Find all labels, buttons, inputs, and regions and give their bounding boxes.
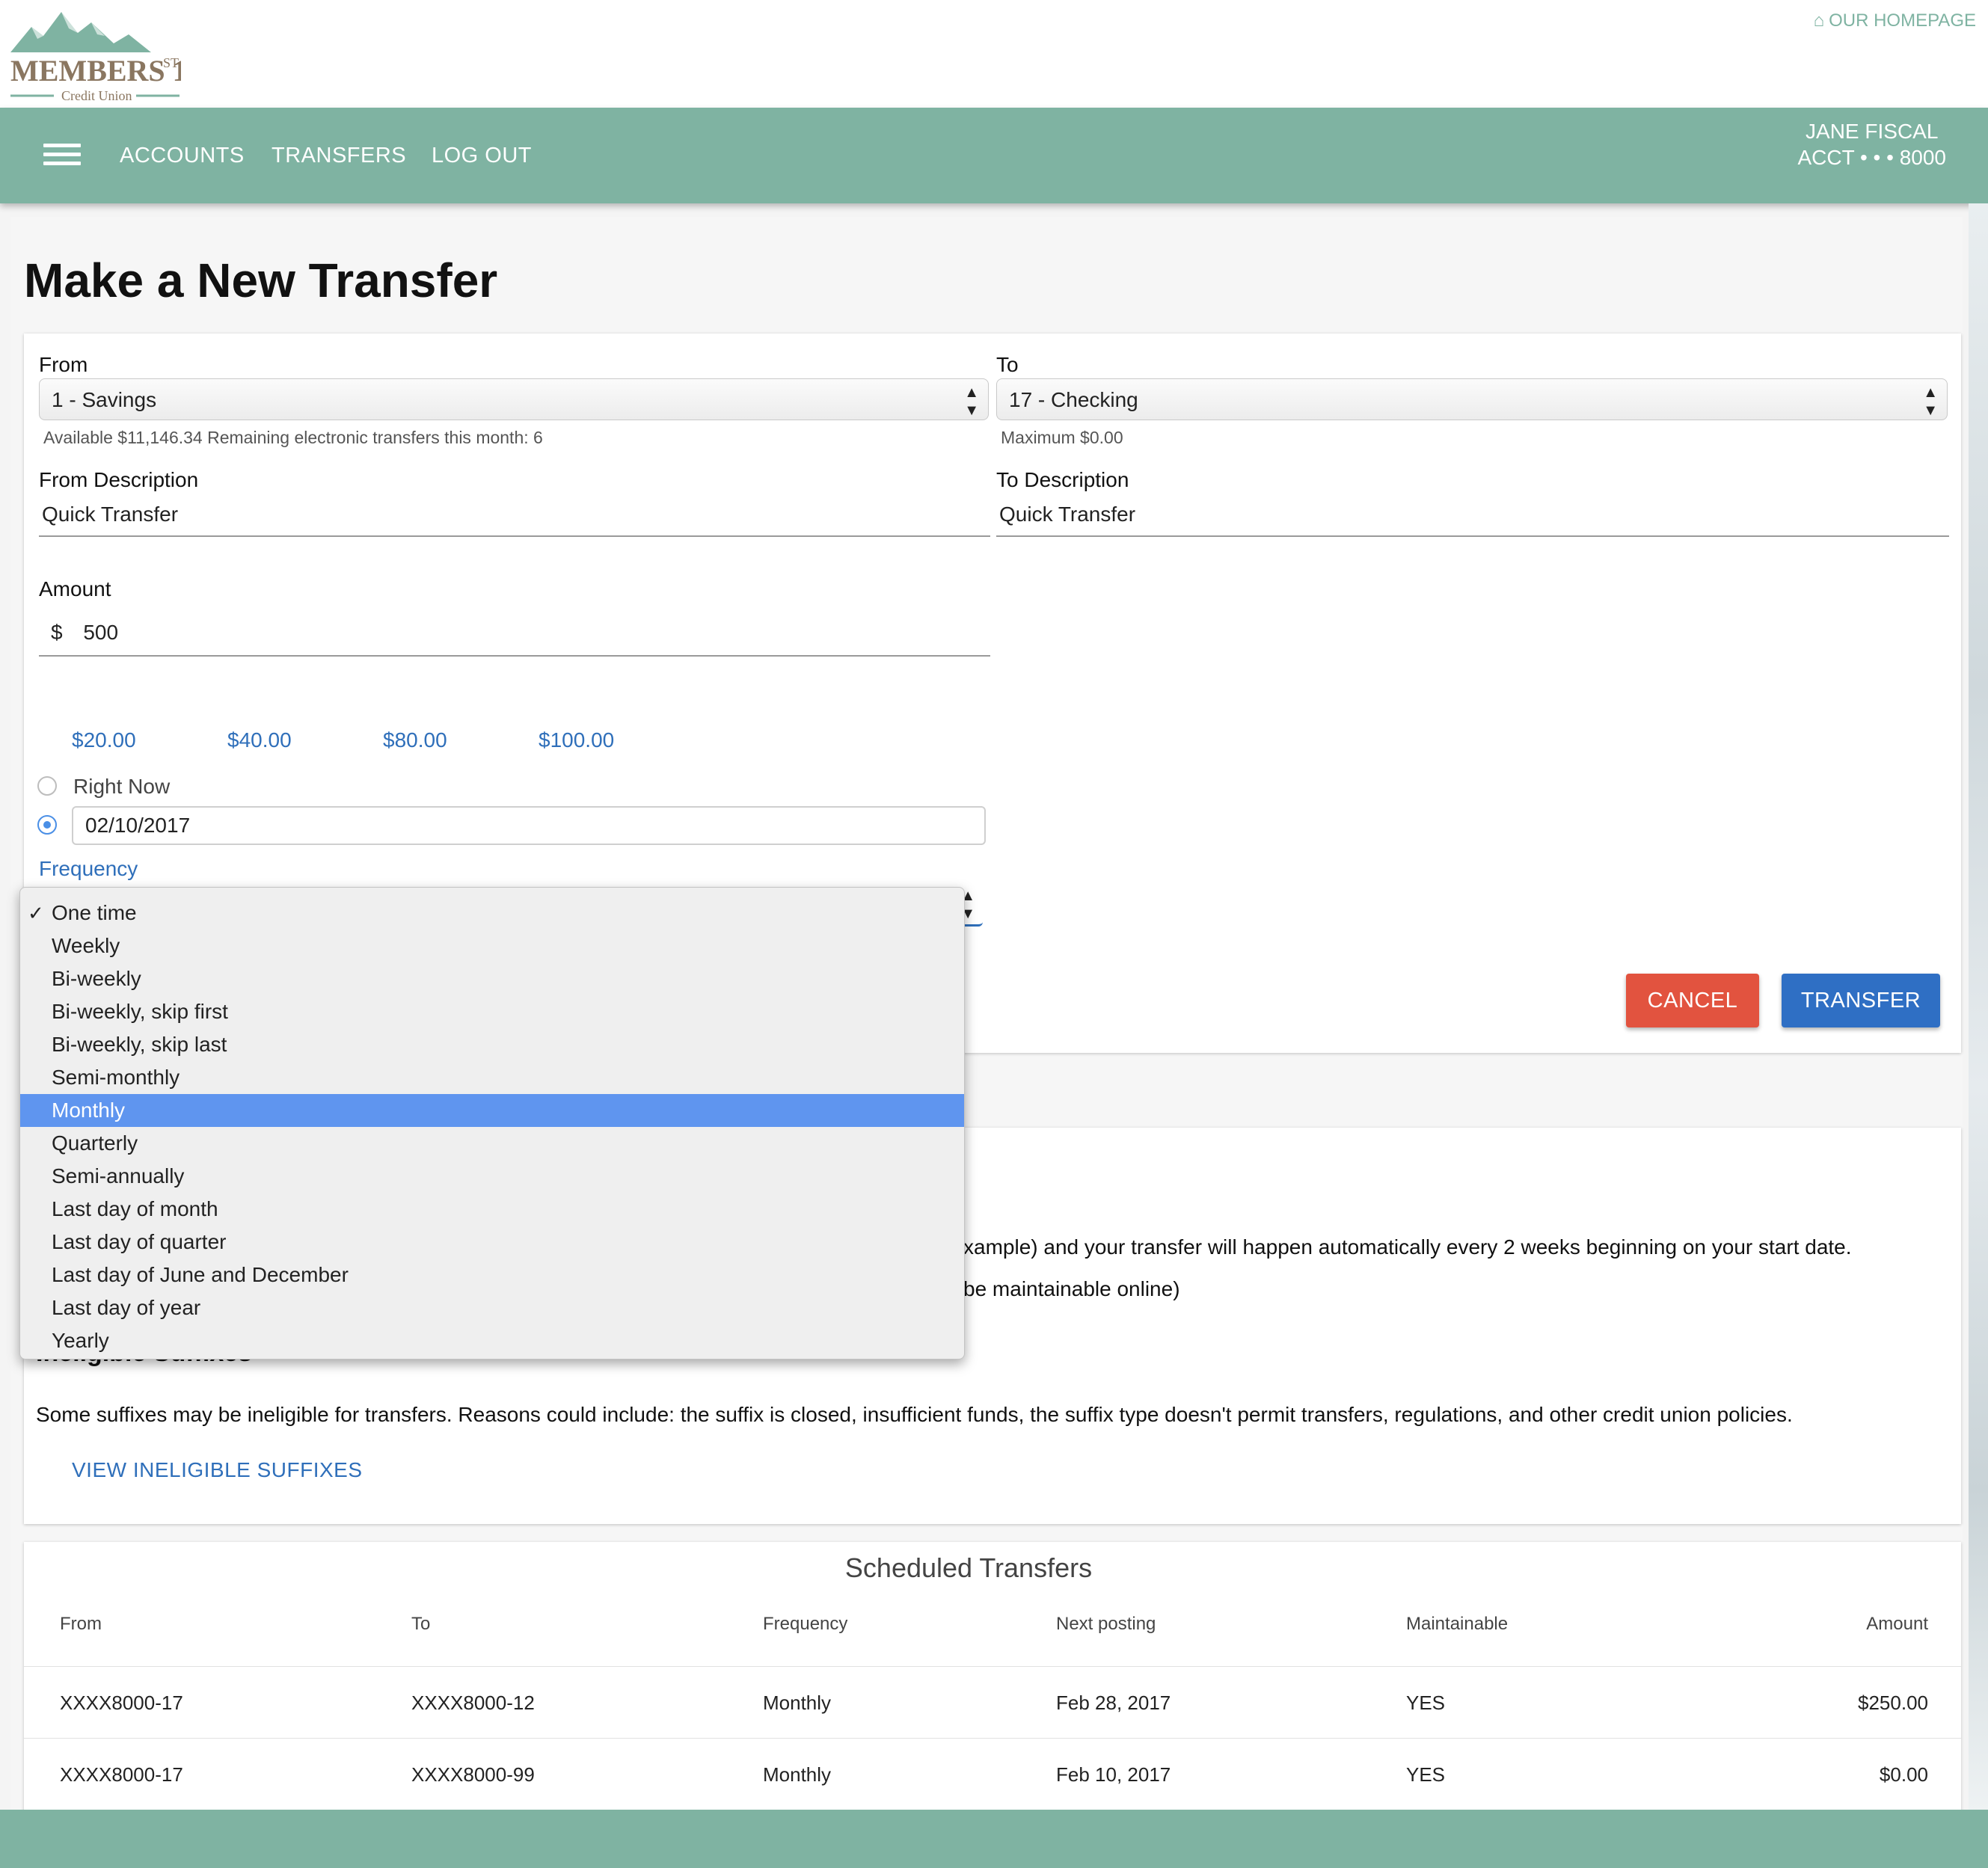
from-description-input[interactable]: Quick Transfer bbox=[39, 497, 990, 537]
to-label: To bbox=[996, 353, 1019, 376]
row-next-posting: Feb 28, 2017 bbox=[1056, 1692, 1171, 1714]
frequency-option-last-day-of-quarter[interactable]: Last day of quarter bbox=[20, 1226, 964, 1259]
right-now-label: Right Now bbox=[73, 775, 171, 798]
to-description-label: To Description bbox=[996, 468, 1129, 491]
scheduled-transfers-card bbox=[24, 1542, 1961, 1826]
transfer-button[interactable]: TRANSFER bbox=[1782, 974, 1940, 1027]
view-ineligible-suffixes-link[interactable]: VIEW INELIGIBLE SUFFIXES bbox=[72, 1458, 363, 1482]
nav-logout-link[interactable]: LOG OUT bbox=[432, 144, 532, 168]
from-description-label: From Description bbox=[39, 468, 199, 491]
cancel-button[interactable]: CANCEL bbox=[1626, 974, 1759, 1027]
background-scenery bbox=[1969, 203, 1988, 1811]
frequency-option-last-day-june-december[interactable]: Last day of June and December bbox=[20, 1259, 964, 1291]
svg-text:MEMBERS 1: MEMBERS 1 bbox=[10, 54, 181, 87]
row-to: XXXX8000-12 bbox=[411, 1692, 535, 1714]
user-account-number: ACCT • • • 8000 bbox=[1797, 146, 1946, 169]
table-divider bbox=[24, 1666, 1961, 1667]
transfer-date-input[interactable]: 02/10/2017 bbox=[72, 806, 986, 845]
to-account-hint: Maximum $0.00 bbox=[1001, 428, 1123, 447]
hamburger-menu-icon[interactable] bbox=[43, 144, 81, 166]
members-1st-logo[interactable]: MEMBERS 1 ST Credit Union bbox=[9, 6, 188, 105]
frequency-label: Frequency bbox=[39, 857, 138, 880]
scheduled-date-radio[interactable] bbox=[37, 815, 57, 835]
column-header-next-posting: Next posting bbox=[1056, 1614, 1156, 1634]
main-navbar: ACCOUNTS TRANSFERS LOG OUT JANE FISCAL A… bbox=[0, 108, 1988, 203]
from-account-select[interactable]: 1 - Savings ▲ ▼ bbox=[39, 378, 989, 420]
svg-text:Credit Union: Credit Union bbox=[61, 88, 132, 103]
page-footer bbox=[0, 1810, 1988, 1868]
from-label: From bbox=[39, 353, 88, 376]
frequency-option-last-day-of-month[interactable]: Last day of month bbox=[20, 1193, 964, 1226]
user-account-info: JANE FISCAL ACCT • • • 8000 bbox=[1797, 118, 1946, 170]
quick-amount-20[interactable]: $20.00 bbox=[72, 728, 136, 752]
nav-transfers-link[interactable]: TRANSFERS bbox=[271, 144, 406, 168]
our-homepage-label: OUR HOMEPAGE bbox=[1829, 10, 1976, 31]
row-frequency: Monthly bbox=[763, 1763, 832, 1786]
column-header-amount: Amount bbox=[1866, 1614, 1928, 1634]
amount-input[interactable]: $ 500 bbox=[39, 615, 990, 657]
svg-text:ST: ST bbox=[163, 55, 179, 70]
from-account-value: 1 - Savings bbox=[52, 388, 157, 411]
column-header-maintainable: Maintainable bbox=[1406, 1614, 1509, 1634]
frequency-option-semi-monthly[interactable]: Semi-monthly bbox=[20, 1061, 964, 1094]
quick-amount-40[interactable]: $40.00 bbox=[227, 728, 292, 752]
frequency-option-yearly[interactable]: Yearly bbox=[20, 1324, 964, 1357]
column-header-from: From bbox=[60, 1614, 102, 1634]
row-next-posting: Feb 10, 2017 bbox=[1056, 1763, 1171, 1786]
user-name: JANE FISCAL bbox=[1806, 120, 1939, 143]
to-account-value: 17 - Checking bbox=[1009, 388, 1138, 411]
home-icon: ⌂ bbox=[1813, 10, 1825, 31]
recurring-info-text: xample) and your transfer will happen au… bbox=[963, 1235, 1852, 1259]
row-amount: $250.00 bbox=[1858, 1692, 1928, 1714]
table-divider bbox=[24, 1738, 1961, 1739]
from-account-hint: Available $11,146.34 Remaining electroni… bbox=[43, 428, 543, 447]
frequency-option-one-time[interactable]: ✓ One time bbox=[20, 897, 964, 930]
frequency-dropdown-menu[interactable]: ✓ One time Weekly Bi-weekly Bi-weekly, sk… bbox=[19, 887, 965, 1359]
frequency-option-semi-annually[interactable]: Semi-annually bbox=[20, 1160, 964, 1193]
amount-label: Amount bbox=[39, 577, 111, 600]
row-amount: $0.00 bbox=[1879, 1763, 1928, 1786]
mountain-logo-icon: MEMBERS 1 ST Credit Union bbox=[10, 12, 188, 103]
scheduled-transfers-title: Scheduled Transfers bbox=[844, 1552, 1093, 1583]
select-arrows-icon: ▲ ▼ bbox=[964, 384, 979, 419]
row-frequency: Monthly bbox=[763, 1692, 832, 1714]
our-homepage-link[interactable]: ⌂ OUR HOMEPAGE bbox=[1814, 10, 1976, 31]
to-description-input[interactable]: Quick Transfer bbox=[996, 497, 1949, 537]
maintainable-info-text: be maintainable online) bbox=[963, 1277, 1180, 1300]
select-arrows-icon: ▲ ▼ bbox=[1923, 384, 1938, 419]
frequency-option-monthly[interactable]: Monthly bbox=[20, 1094, 964, 1127]
amount-value: 500 bbox=[83, 621, 119, 644]
nav-accounts-link[interactable]: ACCOUNTS bbox=[120, 144, 245, 168]
quick-amount-80[interactable]: $80.00 bbox=[383, 728, 447, 752]
frequency-option-bi-weekly-skip-last[interactable]: Bi-weekly, skip last bbox=[20, 1028, 964, 1061]
ineligible-suffixes-text: Some suffixes may be ineligible for tran… bbox=[36, 1403, 1793, 1426]
column-header-frequency: Frequency bbox=[763, 1614, 848, 1634]
to-account-select[interactable]: 17 - Checking ▲ ▼ bbox=[996, 378, 1948, 420]
row-to: XXXX8000-99 bbox=[411, 1763, 535, 1786]
page-title: Make a New Transfer bbox=[24, 254, 498, 307]
frequency-option-bi-weekly[interactable]: Bi-weekly bbox=[20, 962, 964, 995]
right-now-radio[interactable] bbox=[37, 776, 57, 796]
frequency-option-bi-weekly-skip-first[interactable]: Bi-weekly, skip first bbox=[20, 995, 964, 1028]
quick-amount-100[interactable]: $100.00 bbox=[539, 728, 614, 752]
currency-symbol: $ bbox=[51, 621, 63, 644]
checkmark-icon: ✓ bbox=[28, 902, 44, 924]
row-maintainable: YES bbox=[1406, 1763, 1446, 1786]
row-from: XXXX8000-17 bbox=[60, 1692, 183, 1714]
frequency-option-weekly[interactable]: Weekly bbox=[20, 930, 964, 962]
row-from: XXXX8000-17 bbox=[60, 1763, 183, 1786]
frequency-option-quarterly[interactable]: Quarterly bbox=[20, 1127, 964, 1160]
top-header: MEMBERS 1 ST Credit Union ⌂ OUR HOMEPAGE bbox=[0, 0, 1988, 108]
frequency-option-last-day-of-year[interactable]: Last day of year bbox=[20, 1291, 964, 1324]
row-maintainable: YES bbox=[1406, 1692, 1446, 1714]
column-header-to: To bbox=[411, 1614, 431, 1634]
